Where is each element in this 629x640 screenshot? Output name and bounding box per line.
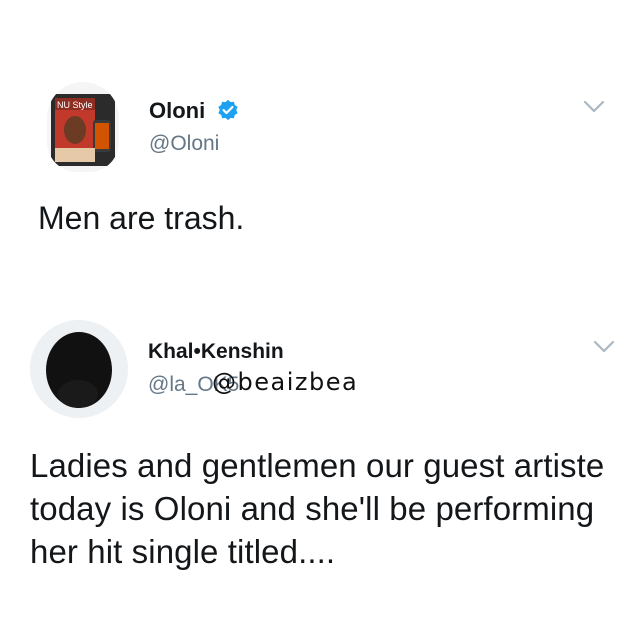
magazine-cover-icon: NU Style <box>51 94 115 166</box>
user-handle[interactable]: @Oloni <box>149 132 219 156</box>
tweet-text: Men are trash. <box>38 200 245 236</box>
chevron-down-icon[interactable] <box>593 340 615 354</box>
avatar-khal-kenshin[interactable] <box>30 320 128 418</box>
tweet-oloni[interactable]: NU Style Oloni @Oloni Men are trash. <box>0 0 629 300</box>
avatar-oloni[interactable]: NU Style <box>47 82 119 172</box>
chevron-down-icon[interactable] <box>583 100 605 114</box>
profile-silhouette-icon <box>30 320 128 418</box>
display-name-text: Oloni <box>149 98 206 123</box>
display-name: Oloni <box>149 98 239 124</box>
watermark-text: @beaizbea <box>212 368 359 396</box>
tweet-text: Ladies and gentlemen our guest artiste t… <box>30 447 605 570</box>
display-name-text: Khal•Kenshin <box>148 340 284 363</box>
verified-badge-icon <box>218 99 238 121</box>
avatar-logo-text: NU Style <box>57 100 93 110</box>
display-name: Khal•Kenshin <box>148 340 284 364</box>
